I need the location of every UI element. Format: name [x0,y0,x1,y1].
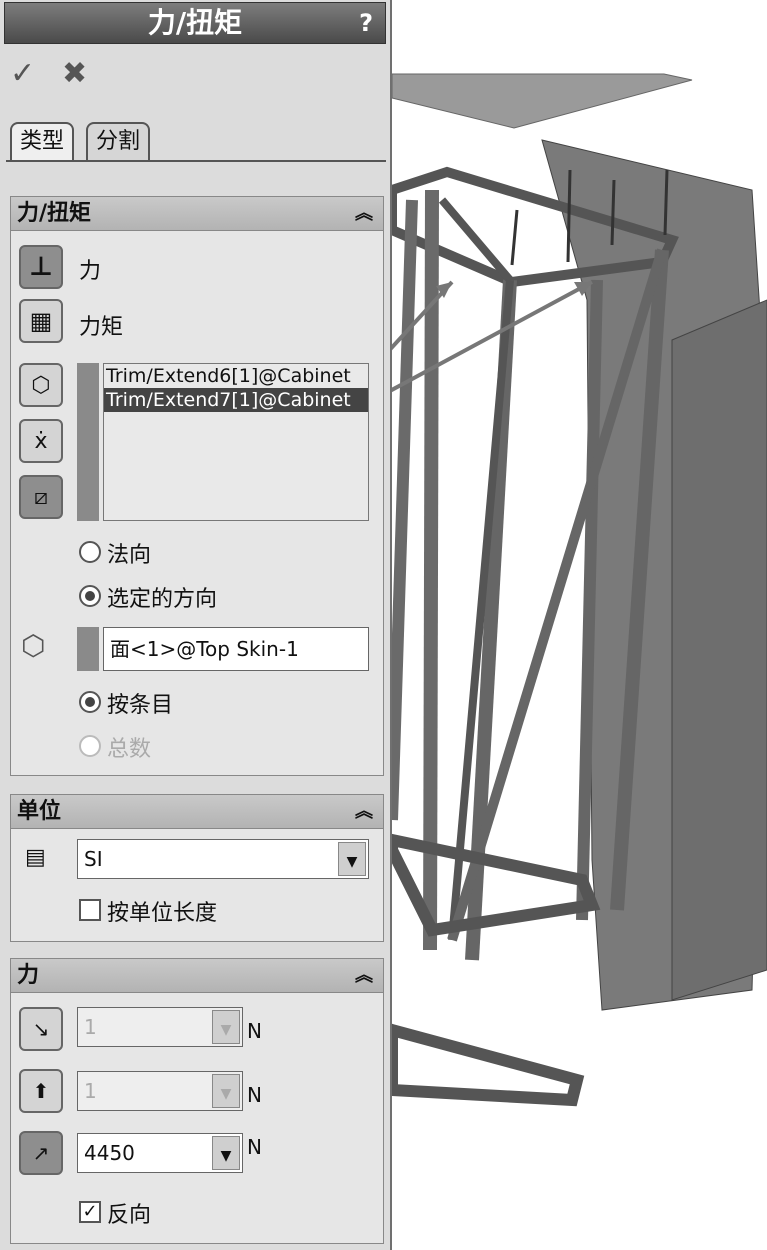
unit-label: N [247,1135,262,1159]
cube-face-icon: ⬡ [31,372,51,398]
force-component-1-input[interactable]: 1 ▼ [77,1007,243,1047]
diagonal-arrow-icon: ↗ [32,1141,50,1165]
force-values-group-title: 力 [17,963,40,988]
normal-label: 法向 [107,543,152,568]
force-torque-group-header[interactable]: 力/扭矩 ︽ [11,197,383,231]
reverse-direction-checkbox[interactable]: ✓ [79,1201,101,1223]
list-item[interactable]: Trim/Extend7[1]@Cabinet [104,388,368,412]
force-label: 力 [79,259,102,284]
per-item-radio[interactable] [79,691,101,713]
tab-type[interactable]: 类型 [10,122,75,162]
force-arrow-icon: ⊥ [29,252,53,282]
force-component-1-button[interactable]: ↘ [19,1007,63,1051]
direction-reference-field[interactable]: 面<1>@Top Skin-1 [103,627,369,671]
total-radio[interactable] [79,735,101,757]
unit-label: N [247,1019,262,1043]
force-component-3-input[interactable]: 4450 ▼ [77,1133,243,1173]
units-group-header[interactable]: 单位 ︽ [11,795,383,829]
per-unit-length-checkbox[interactable] [79,899,101,921]
face-select-button[interactable]: ⬡ [19,363,63,407]
chevron-down-icon[interactable]: ▼ [212,1136,240,1170]
panel-title: 力/扭矩 [147,6,243,39]
unit-label: N [247,1083,262,1107]
selected-direction-radio[interactable] [79,585,101,607]
selected-direction-label: 选定的方向 [107,587,218,612]
force-torque-group: 力/扭矩 ︽ ⊥ 力 ▦ 力矩 ⬡ ẋ ⧄ Trim/Extend6[1]@Ca… [10,196,384,776]
torque-label: 力矩 [79,315,124,340]
selection-color-bar [77,363,99,521]
force-torque-group-title: 力/扭矩 [17,201,92,226]
direction-color-bar [77,627,99,671]
per-item-label: 按条目 [107,693,174,718]
force-values-group: 力 ︽ ↘ 1 ▼ N ⬆ 1 ▼ N ↗ 4450 ▼ N ✓ 反向 [10,958,384,1244]
chevron-down-icon[interactable]: ▼ [212,1074,240,1108]
reverse-direction-label: 反向 [107,1203,152,1228]
chevron-down-icon[interactable]: ▼ [212,1010,240,1044]
collapse-icon[interactable]: ︽ [355,959,373,993]
unit-system-value: SI [84,847,103,871]
entity-selection-list[interactable]: Trim/Extend6[1]@Cabinet Trim/Extend7[1]@… [103,363,369,521]
help-icon[interactable]: ? [359,3,373,43]
per-unit-length-label: 按单位长度 [107,901,218,926]
ok-check-icon[interactable]: ✓ [10,56,35,91]
force-values-group-header[interactable]: 力 ︽ [11,959,383,993]
force-component-1-value: 1 [84,1015,97,1039]
force-component-2-input[interactable]: 1 ▼ [77,1071,243,1111]
chevron-down-icon[interactable]: ▼ [338,842,366,876]
panel-title-bar: 力/扭矩 ? [4,2,386,44]
total-label: 总数 [107,737,152,762]
force-component-2-value: 1 [84,1079,97,1103]
graphics-viewport[interactable] [392,0,767,1250]
tab-divider [6,160,386,162]
units-group-title: 单位 [17,799,62,824]
unit-system-select[interactable]: SI ▼ [77,839,369,879]
cancel-x-icon[interactable]: ✖ [62,56,87,91]
beam-select-button[interactable]: ⧄ [19,475,63,519]
cabinet-frame-model [392,73,767,1107]
units-group: 单位 ︽ ▤ SI ▼ 按单位长度 [10,794,384,942]
list-item[interactable]: Trim/Extend6[1]@Cabinet [104,364,368,388]
force-type-button[interactable]: ⊥ [19,245,63,289]
collapse-icon[interactable]: ︽ [355,795,373,829]
direction-arrow-icon: ↘ [32,1017,50,1041]
ruler-icon: ▤ [25,845,46,870]
joint-select-button[interactable]: ẋ [19,419,63,463]
force-component-2-button[interactable]: ⬆ [19,1069,63,1113]
torque-icon: ▦ [29,307,53,335]
torque-type-button[interactable]: ▦ [19,299,63,343]
force-component-3-button[interactable]: ↗ [19,1131,63,1175]
up-arrow-icon: ⬆ [32,1079,50,1103]
collapse-icon[interactable]: ︽ [355,197,373,231]
force-component-3-value: 4450 [84,1141,135,1165]
property-manager-panel: 力/扭矩 ? ✓ ✖ 类型 分割 力/扭矩 ︽ ⊥ 力 ▦ 力矩 ⬡ ẋ ⧄ T… [0,0,392,1250]
joint-icon: ẋ [34,428,48,454]
tab-split[interactable]: 分割 [86,122,151,162]
normal-radio[interactable] [79,541,101,563]
cube-icon: ⬡ [21,629,46,662]
beam-icon: ⧄ [34,484,48,510]
